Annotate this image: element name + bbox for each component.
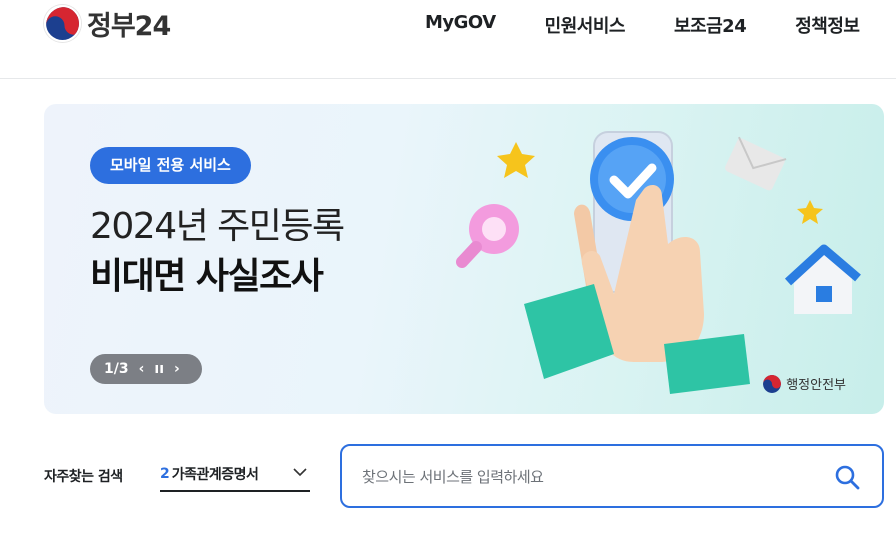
banner-title-line2: 비대면 사실조사 [90, 256, 324, 297]
taegeuk-emblem-icon [763, 374, 782, 393]
banner-tag: 모바일 전용 서비스 [90, 147, 251, 184]
frequent-value: 가족관계증명서 [171, 467, 259, 483]
next-slide-button[interactable]: › [174, 361, 180, 377]
main-banner[interactable]: 모바일 전용 서비스 2024년 주민등록 비대면 사실조사 1/3 ‹ ıı … [44, 104, 884, 414]
taegeuk-emblem-icon [44, 5, 81, 42]
envelope-icon [725, 136, 787, 191]
search-input[interactable] [362, 464, 822, 490]
main-nav: MyGOV 민원서비스 보조금24 정책정보 [425, 12, 896, 38]
prev-slide-button[interactable]: ‹ [139, 361, 145, 377]
nav-civil-services[interactable]: 민원서비스 [545, 12, 626, 38]
logo[interactable]: 정부24 [44, 4, 171, 43]
banner-pager: 1/3 ‹ ıı › [90, 354, 202, 384]
star-icon [797, 200, 823, 224]
star-icon [497, 142, 535, 178]
search-section: 자주찾는 검색 2 가족관계증명서 [44, 444, 884, 508]
banner-illustration [456, 131, 861, 394]
house-icon [784, 244, 861, 314]
chevron-down-icon [293, 468, 307, 477]
frequent-search-select[interactable]: 2 가족관계증명서 [160, 458, 310, 492]
site-header: 정부24 MyGOV 민원서비스 보조금24 정책정보 [0, 0, 896, 79]
nav-subsidy24[interactable]: 보조금24 [674, 12, 747, 38]
pager-count: 1/3 [104, 361, 129, 377]
logo-text: 정부24 [87, 11, 171, 42]
frequent-rank: 2 [160, 466, 170, 482]
frequent-search-label: 자주찾는 검색 [44, 469, 123, 485]
ministry-credit: 행정안전부 [763, 374, 846, 393]
nav-policy-info[interactable]: 정책정보 [795, 12, 860, 38]
search-box [340, 444, 884, 508]
ministry-name: 행정안전부 [786, 378, 846, 393]
pause-button[interactable]: ıı [154, 361, 164, 377]
banner-title-line1: 2024년 주민등록 [90, 206, 345, 247]
nav-mygov[interactable]: MyGOV [425, 12, 496, 38]
search-icon[interactable] [834, 464, 860, 490]
